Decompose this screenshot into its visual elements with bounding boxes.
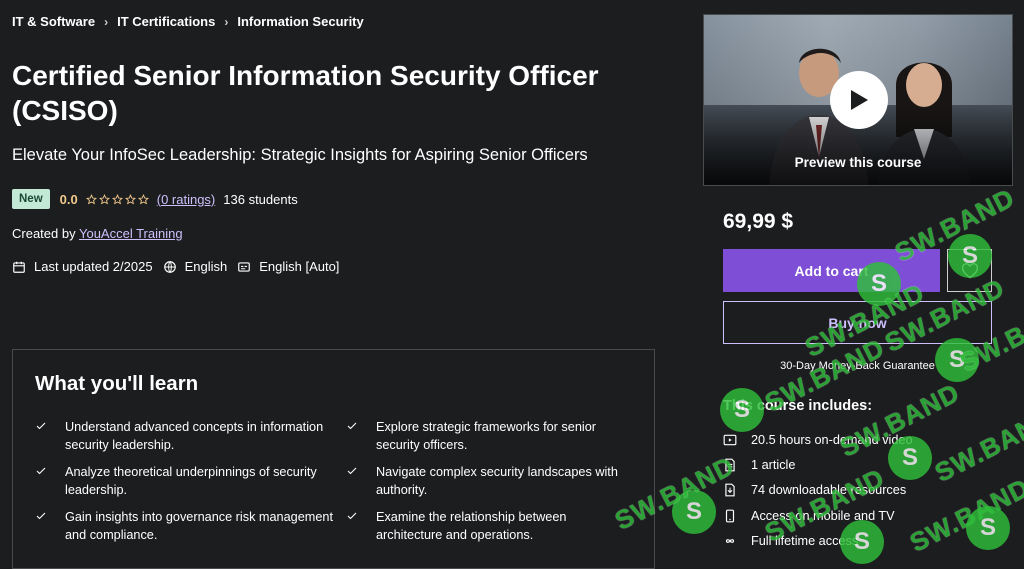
mobile-icon — [725, 509, 735, 522]
learn-item-text: Analyze theoretical underpinnings of sec… — [65, 465, 317, 497]
star-outline-icon — [85, 193, 97, 204]
includes-heading: This course includes: — [723, 398, 873, 414]
course-language: English — [163, 259, 228, 274]
learn-heading: What you'll learn — [35, 372, 199, 395]
video-icon — [723, 434, 737, 445]
breadcrumb-item-it-software[interactable]: IT & Software — [12, 14, 95, 29]
course-landing-page: IT & Software › IT Certifications › Info… — [0, 0, 1024, 569]
learn-item-text: Examine the relationship between archite… — [376, 510, 567, 542]
course-captions: English [Auto] — [237, 259, 339, 274]
course-subtitle: Elevate Your InfoSec Leadership: Strateg… — [12, 146, 588, 164]
students-count: 136 students — [223, 191, 298, 207]
chevron-right-icon: › — [104, 14, 109, 29]
star-outline-icon — [111, 193, 123, 204]
captions-text: English [Auto] — [259, 259, 340, 274]
learn-item: Explore strategic frameworks for senior … — [346, 418, 635, 454]
instructor-link[interactable]: YouAccel Training — [79, 226, 183, 241]
includes-item: Access on mobile and TV — [723, 503, 913, 528]
includes-item: Full lifetime access — [723, 528, 913, 553]
buy-now-button[interactable]: Buy now — [723, 301, 992, 344]
money-back-guarantee: 30-Day Money-Back Guarantee — [780, 360, 935, 372]
check-icon — [346, 508, 376, 544]
check-icon — [346, 463, 376, 499]
learn-item: Understand advanced concepts in informat… — [35, 418, 346, 454]
learn-item-text: Navigate complex security landscapes wit… — [376, 465, 618, 497]
wishlist-button[interactable] — [947, 249, 992, 292]
language-text: English — [184, 259, 228, 274]
star-outline-icon — [124, 193, 136, 204]
course-meta: Last updated 2/2025 English English [Aut… — [12, 259, 349, 274]
rating-value: 0.0 — [59, 191, 78, 207]
last-updated-text: Last updated 2/2025 — [34, 259, 153, 274]
check-icon — [346, 418, 376, 454]
learn-item-text: Gain insights into governance risk manag… — [65, 510, 333, 542]
includes-item-text: 20.5 hours on-demand video — [751, 432, 913, 447]
new-badge: New — [12, 189, 50, 209]
check-icon — [35, 463, 65, 499]
ratings-count-link[interactable]: (0 ratings) — [157, 192, 216, 207]
learn-item: Gain insights into governance risk manag… — [35, 508, 346, 544]
learn-item-text: Explore strategic frameworks for senior … — [376, 420, 596, 452]
globe-icon — [163, 260, 176, 273]
includes-item: 1 article — [723, 452, 913, 477]
learn-item: Examine the relationship between archite… — [346, 508, 635, 544]
includes-item-text: 1 article — [751, 457, 796, 472]
play-icon[interactable] — [830, 71, 888, 129]
learn-item: Navigate complex security landscapes wit… — [346, 463, 635, 499]
watermark-logo-icon: S — [672, 490, 716, 534]
calendar-icon — [13, 261, 25, 273]
includes-item-text: Full lifetime access — [751, 533, 859, 548]
watermark-text: SW.BAND — [905, 472, 1024, 558]
includes-item: 74 downloadable resources — [723, 478, 913, 503]
course-price: 69,99 $ — [723, 210, 794, 233]
star-outline-icon — [137, 193, 149, 204]
check-icon — [35, 508, 65, 544]
learn-list: Understand advanced concepts in informat… — [35, 418, 635, 544]
includes-item-text: 74 downloadable resources — [751, 483, 907, 498]
includes-item-text: Access on mobile and TV — [751, 508, 895, 523]
rating-row: New 0.0 (0 ratings) 136 students — [12, 189, 298, 209]
heart-icon — [961, 262, 978, 278]
breadcrumb-item-information-security[interactable]: Information Security — [237, 14, 363, 29]
course-title: Certified Senior Information Security Of… — [12, 60, 599, 126]
infinity-icon — [725, 538, 735, 543]
preview-label: Preview this course — [794, 155, 922, 170]
closed-captions-icon — [238, 261, 251, 272]
star-rating — [85, 193, 151, 205]
breadcrumb: IT & Software › IT Certifications › Info… — [12, 14, 364, 29]
check-icon — [35, 418, 65, 454]
learn-item: Analyze theoretical underpinnings of sec… — [35, 463, 346, 499]
breadcrumb-item-it-certifications[interactable]: IT Certifications — [117, 14, 215, 29]
watermark-logo-icon: S — [966, 506, 1010, 550]
download-icon — [725, 483, 735, 497]
learn-item-text: Understand advanced concepts in informat… — [65, 420, 324, 452]
created-by-label: Created by — [12, 226, 76, 241]
article-icon — [725, 458, 735, 472]
last-updated: Last updated 2/2025 — [12, 259, 153, 274]
includes-item: 20.5 hours on-demand video — [723, 427, 913, 452]
star-outline-icon — [98, 193, 110, 204]
includes-list: 20.5 hours on-demand video 1 article 74 … — [723, 427, 913, 553]
watermark-text: SW.BAND — [930, 402, 1024, 488]
chevron-right-icon: › — [224, 14, 229, 29]
course-preview-video[interactable]: Preview this course — [703, 14, 1013, 186]
what-youll-learn-box: What you'll learn Understand advanced co… — [12, 349, 655, 569]
add-to-cart-button[interactable]: Add to cart — [723, 249, 940, 292]
created-by: Created by YouAccel Training — [12, 226, 183, 241]
